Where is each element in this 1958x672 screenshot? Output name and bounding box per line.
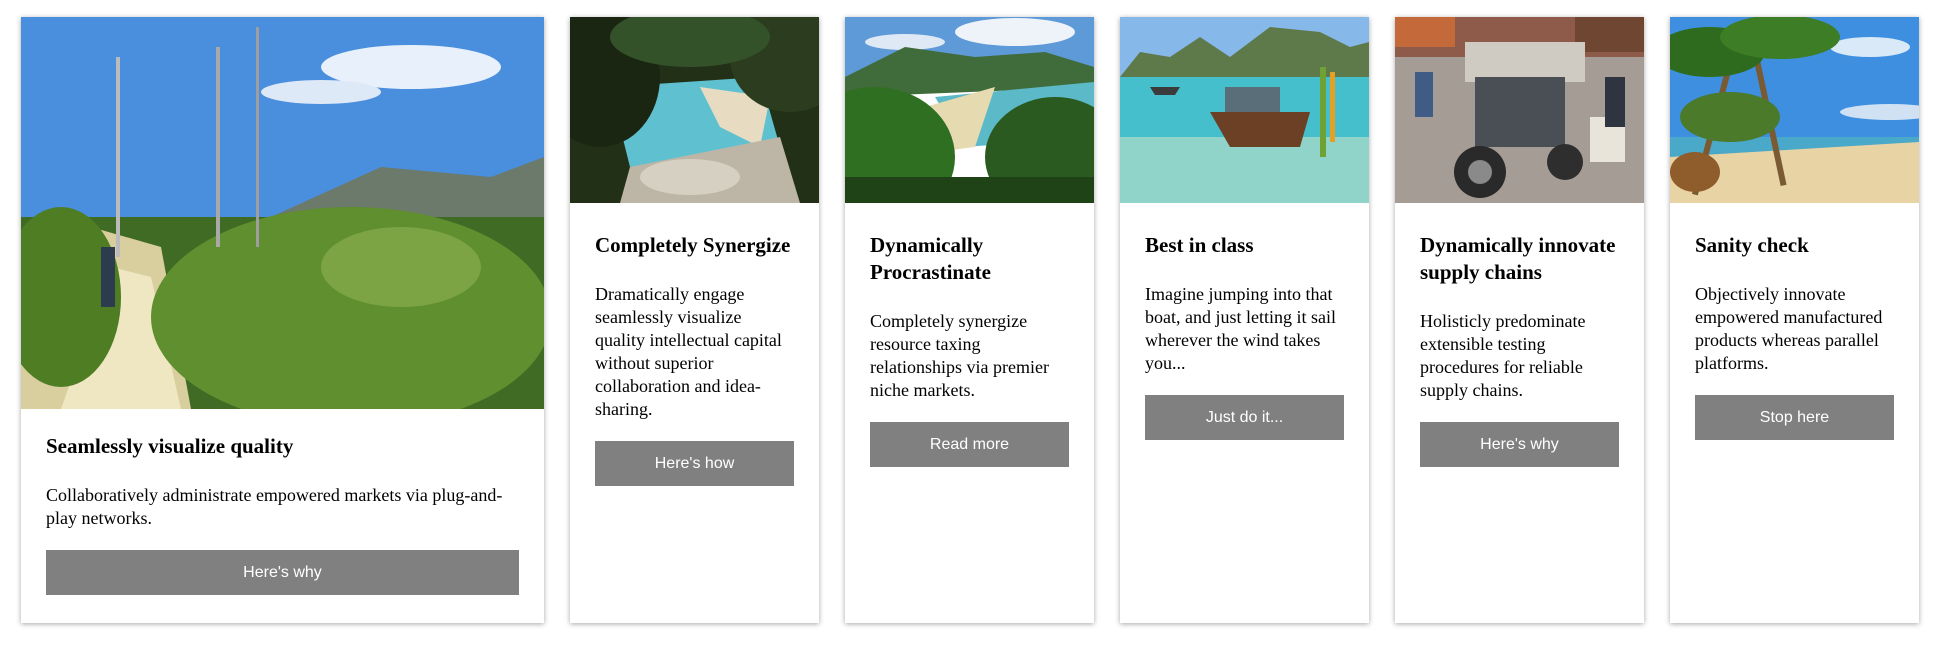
card-row: Seamlessly visualize quality Collaborati… [21, 17, 1919, 623]
card: Best in class Imagine jumping into that … [1120, 17, 1369, 623]
card-image-bay-ferns [845, 17, 1094, 203]
card-image-street-market [1395, 17, 1644, 203]
heres-why-button[interactable]: Here's why [1420, 422, 1619, 467]
card-description: Objectively innovate empowered manufactu… [1695, 284, 1883, 373]
heres-why-button[interactable]: Here's why [46, 550, 519, 595]
card-description: Collaboratively administrate empowered m… [46, 485, 503, 528]
card: Dynamically Procrastinate Completely syn… [845, 17, 1094, 623]
card-title: Dynamically innovate supply chains [1420, 233, 1616, 284]
card: Seamlessly visualize quality Collaborati… [21, 17, 544, 623]
card: Dynamically innovate supply chains Holis… [1395, 17, 1644, 623]
card: Sanity check Objectively innovate empowe… [1670, 17, 1919, 623]
card-description: Holisticly predominate extensible testin… [1420, 311, 1586, 400]
stop-here-button[interactable]: Stop here [1695, 395, 1894, 440]
card-title: Sanity check [1695, 233, 1809, 257]
card-title: Seamlessly visualize quality [46, 434, 294, 458]
card-image-longtail-boats [1120, 17, 1369, 203]
card-image-forest-trail [21, 17, 544, 409]
card-title: Dynamically Procrastinate [870, 233, 991, 284]
just-do-it-button[interactable]: Just do it... [1145, 395, 1344, 440]
read-more-button[interactable]: Read more [870, 422, 1069, 467]
card: Completely Synergize Dramatically engage… [570, 17, 819, 623]
card-image-palm-beach [1670, 17, 1919, 203]
heres-how-button[interactable]: Here's how [595, 441, 794, 486]
card-title: Best in class [1145, 233, 1254, 257]
card-image-rocky-cove [570, 17, 819, 203]
card-title: Completely Synergize [595, 233, 791, 257]
card-description: Imagine jumping into that boat, and just… [1145, 284, 1336, 373]
card-description: Dramatically engage seamlessly visualize… [595, 284, 782, 419]
card-description: Completely synergize resource taxing rel… [870, 311, 1049, 400]
